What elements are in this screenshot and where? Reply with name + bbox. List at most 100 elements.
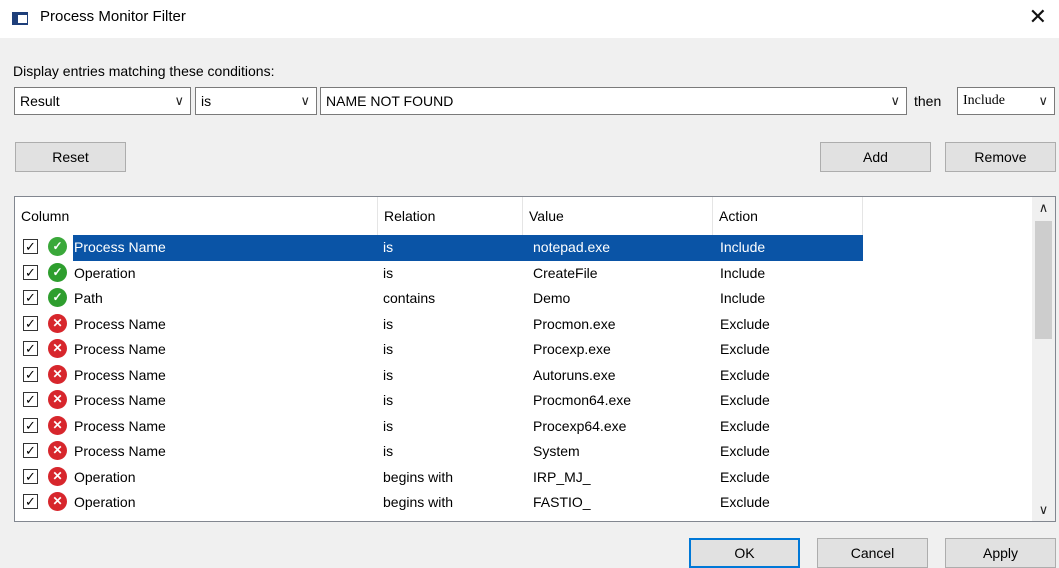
table-row[interactable]: ✓ ✕ Process Name is Autoruns.exe Exclude	[15, 363, 1032, 389]
table-row[interactable]: ✓ ✕ Process Name is Procmon64.exe Exclude	[15, 388, 1032, 414]
cell-relation: is	[383, 366, 394, 383]
scroll-up-icon[interactable]: ∧	[1032, 197, 1055, 219]
cell-value: Procexp64.exe	[533, 417, 627, 434]
cell-value: CreateFile	[533, 264, 598, 281]
cell-column: Operation	[74, 468, 136, 485]
cell-value: notepad.exe	[533, 239, 611, 255]
x-circle-icon: ✕	[48, 492, 67, 511]
value-combobox[interactable]: NAME NOT FOUND ∨	[320, 87, 907, 115]
chevron-down-icon: ∨	[174, 93, 184, 108]
cell-action: Exclude	[720, 366, 770, 383]
cell-relation: begins with	[383, 494, 454, 510]
cell-value: IRP_MJ_	[533, 468, 591, 485]
cell-relation: is	[383, 443, 394, 459]
x-circle-icon: ✕	[48, 415, 67, 435]
remove-button[interactable]: Remove	[945, 142, 1056, 172]
x-circle-icon: ✕	[48, 364, 67, 384]
cell-value: Procmon64.exe	[533, 392, 632, 408]
row-checkbox[interactable]: ✓	[23, 392, 38, 407]
chevron-down-icon: ∨	[300, 93, 310, 108]
relation-select[interactable]: is ∨	[195, 87, 317, 115]
title-bar: Process Monitor Filter ✕	[0, 0, 1059, 38]
table-row[interactable]: ✓ ✕ Process Name is Procmon.exe Exclude	[15, 312, 1032, 338]
row-checkbox[interactable]: ✓	[23, 239, 38, 254]
cell-column: Process Name	[74, 341, 166, 357]
cell-value: System	[533, 443, 580, 459]
cell-relation: is	[383, 315, 394, 332]
column-select-value: Result	[20, 93, 60, 109]
x-circle-icon: ✕	[48, 339, 67, 358]
close-icon[interactable]: ✕	[1029, 4, 1047, 30]
table-row[interactable]: ✓ ✕ Process Name is Procexp.exe Exclude	[15, 337, 1032, 363]
cell-value: Demo	[533, 290, 571, 306]
row-checkbox[interactable]: ✓	[23, 290, 38, 305]
cell-action: Exclude	[720, 468, 770, 485]
cell-action: Exclude	[720, 443, 770, 459]
check-circle-icon: ✓	[48, 237, 67, 256]
header-relation[interactable]: Relation	[378, 197, 523, 235]
cell-relation: is	[383, 392, 394, 408]
cell-action: Include	[720, 290, 766, 306]
filter-list[interactable]: Column Relation Value Action ✓ ✓ Process N…	[14, 196, 1056, 522]
cell-action: Include	[720, 264, 766, 281]
cell-column: Process Name	[74, 392, 166, 408]
cell-column: Process Name	[74, 239, 166, 255]
ok-button[interactable]: OK	[689, 538, 800, 568]
row-checkbox[interactable]: ✓	[23, 264, 38, 280]
cell-column: Operation	[74, 494, 136, 510]
relation-select-value: is	[201, 93, 212, 109]
row-checkbox[interactable]: ✓	[23, 315, 38, 331]
row-checkbox[interactable]: ✓	[23, 341, 38, 356]
cell-action: Exclude	[720, 315, 770, 332]
scrollbar-thumb[interactable]	[1035, 221, 1052, 339]
cell-value: Autoruns.exe	[533, 366, 616, 383]
cell-relation: is	[383, 239, 394, 255]
scroll-down-icon[interactable]: ∨	[1032, 499, 1055, 521]
action-select[interactable]: Include ∨	[957, 87, 1055, 115]
cell-column: Process Name	[74, 443, 166, 459]
apply-button[interactable]: Apply	[945, 538, 1056, 568]
check-circle-icon: ✓	[48, 262, 67, 282]
cell-value: Procexp.exe	[533, 341, 611, 357]
table-row[interactable]: ✓ ✓ Operation is CreateFile Include	[15, 261, 1032, 287]
cell-action: Exclude	[720, 341, 770, 357]
list-header: Column Relation Value Action	[15, 197, 1032, 235]
cell-column: Process Name	[74, 315, 166, 332]
row-checkbox[interactable]: ✓	[23, 417, 38, 433]
row-checkbox[interactable]: ✓	[23, 366, 38, 382]
x-circle-icon: ✕	[48, 313, 67, 333]
table-row[interactable]: ✓ ✕ Process Name is Procexp64.exe Exclude	[15, 414, 1032, 440]
conditions-label: Display entries matching these condition…	[13, 63, 275, 79]
table-row[interactable]: ✓ ✓ Process Name is notepad.exe Include	[15, 235, 1032, 261]
cell-action: Exclude	[720, 417, 770, 434]
cell-relation: is	[383, 341, 394, 357]
reset-button[interactable]: Reset	[15, 142, 126, 172]
cell-value: Procmon.exe	[533, 315, 616, 332]
cell-relation: is	[383, 417, 394, 434]
header-value[interactable]: Value	[523, 197, 713, 235]
column-select[interactable]: Result ∨	[14, 87, 191, 115]
cell-column: Path	[74, 290, 103, 306]
check-circle-icon: ✓	[48, 288, 67, 307]
chevron-down-icon: ∨	[890, 93, 900, 108]
header-column[interactable]: Column	[15, 197, 378, 235]
app-window-icon	[12, 12, 28, 25]
cell-relation: begins with	[383, 468, 454, 485]
table-row[interactable]: ✓ ✕ Process Name is System Exclude	[15, 439, 1032, 465]
header-action[interactable]: Action	[713, 197, 863, 235]
cell-action: Exclude	[720, 392, 770, 408]
add-button[interactable]: Add	[820, 142, 931, 172]
x-circle-icon: ✕	[48, 466, 67, 486]
chevron-down-icon: ∨	[1038, 93, 1048, 108]
table-row[interactable]: ✓ ✕ Operation begins with FASTIO_ Exclude	[15, 490, 1032, 516]
row-checkbox[interactable]: ✓	[23, 494, 38, 509]
row-checkbox[interactable]: ✓	[23, 443, 38, 458]
cell-column: Process Name	[74, 366, 166, 383]
cancel-button[interactable]: Cancel	[817, 538, 928, 568]
x-circle-icon: ✕	[48, 441, 67, 460]
table-row[interactable]: ✓ ✓ Path contains Demo Include	[15, 286, 1032, 312]
table-row[interactable]: ✓ ✕ Operation begins with IRP_MJ_ Exclude	[15, 465, 1032, 491]
vertical-scrollbar[interactable]: ∧ ∨	[1032, 197, 1055, 521]
cell-value: FASTIO_	[533, 494, 591, 510]
row-checkbox[interactable]: ✓	[23, 468, 38, 484]
